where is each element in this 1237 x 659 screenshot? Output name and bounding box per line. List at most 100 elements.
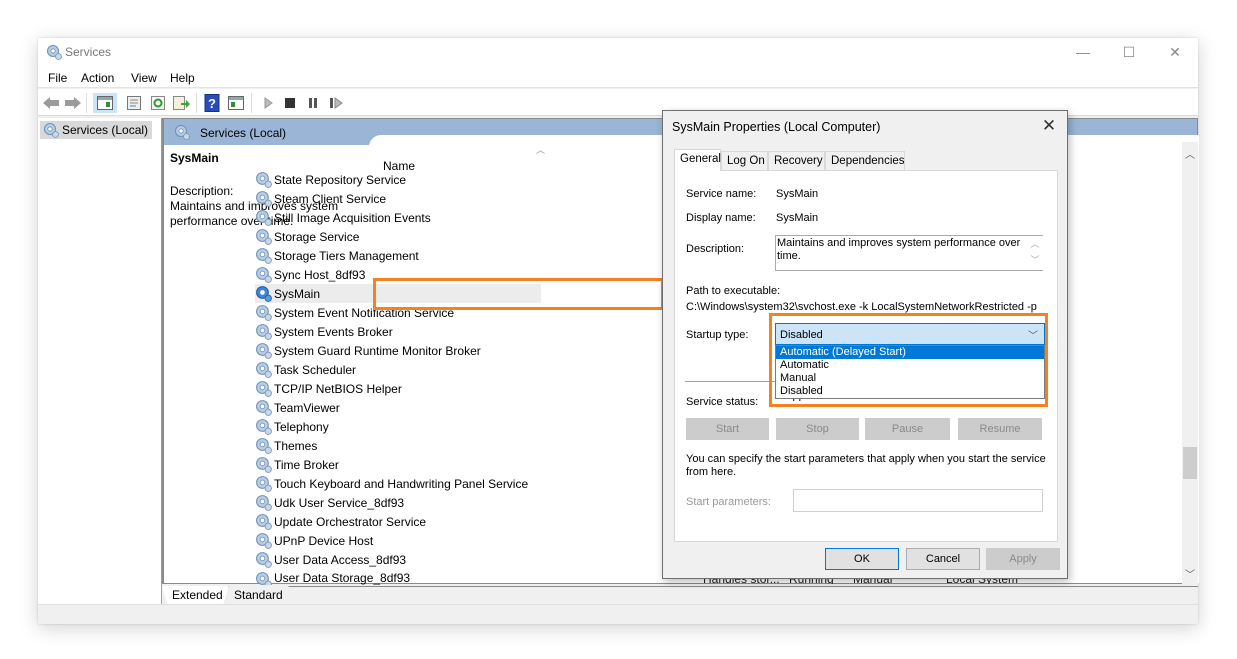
service-row[interactable]: TeamViewer [255,398,541,417]
service-row[interactable]: UPnP Device Host [255,531,541,550]
service-name: Task Scheduler [274,362,357,377]
service-row[interactable]: Update Orchestrator Service [255,512,541,531]
tab-log-on[interactable]: Log On [721,151,768,170]
service-row[interactable]: User Data Access_8df93 [255,550,541,569]
menu-file[interactable]: File [48,71,67,85]
service-name: Themes [274,438,318,453]
cancel-button[interactable]: Cancel [906,548,980,570]
service-row[interactable]: User Data Storage_8df93 [255,569,541,585]
service-name: Storage Service [274,229,360,244]
service-gear-icon [256,533,272,549]
service-row[interactable]: System Guard Runtime Monitor Broker [255,341,541,360]
menu-help[interactable]: Help [170,71,195,85]
maximize-button[interactable]: ☐ [1106,38,1152,66]
export-list-icon[interactable] [171,93,191,113]
service-row[interactable]: Storage Tiers Management [255,246,541,265]
service-name: Storage Tiers Management [274,248,419,263]
service-gear-icon [256,572,272,585]
description-label: Description: [686,243,745,255]
service-row[interactable]: Telephony [255,417,541,436]
back-arrow-icon[interactable] [41,93,61,113]
service-row[interactable]: Steam Client Service [255,189,541,208]
start-button[interactable]: Start [686,418,769,440]
pane-header-title: Services (Local) [200,126,287,140]
scroll-thumb[interactable] [1183,447,1197,479]
service-gear-icon [256,305,272,321]
tab-standard[interactable]: Standard [224,586,289,604]
scroll-down-icon[interactable]: ﹀ [1182,566,1198,582]
service-gear-icon [256,381,272,397]
tab-general[interactable]: General [674,149,721,171]
service-row[interactable]: Storage Service [255,227,541,246]
service-name: Udk User Service_8df93 [274,495,405,510]
service-gear-icon [256,248,272,264]
svg-text:?: ? [208,96,216,111]
vertical-scrollbar[interactable]: ︿ ﹀ [1182,142,1198,586]
tab-recovery[interactable]: Recovery [768,151,825,170]
description-textbox[interactable]: Maintains and improves system performanc… [775,235,1043,271]
service-name: Still Image Acquisition Events [274,210,431,225]
toolbar-separator [251,93,252,113]
menu-bar: File Action View Help [38,66,1198,88]
ok-button[interactable]: OK [825,548,899,570]
service-gear-icon [256,191,272,207]
services-app-icon [47,45,62,60]
service-name: TeamViewer [274,400,340,415]
service-row[interactable]: Touch Keyboard and Handwriting Panel Ser… [255,474,541,493]
start-params-input[interactable] [793,489,1043,512]
service-status-label: Service status: [686,396,759,408]
service-name: TCP/IP NetBIOS Helper [274,381,402,396]
service-gear-icon [256,476,272,492]
service-gear-icon [256,210,272,226]
minimize-button[interactable]: — [1060,38,1106,66]
properties-icon[interactable] [124,93,144,113]
service-row[interactable]: Still Image Acquisition Events [255,208,541,227]
window-title: Services [65,45,112,59]
close-button[interactable]: ✕ [1152,38,1198,66]
apply-button[interactable]: Apply [986,548,1060,570]
service-row[interactable]: TCP/IP NetBIOS Helper [255,379,541,398]
show-action-pane-icon[interactable] [226,93,246,113]
display-name-label: Display name: [686,212,756,224]
service-row[interactable]: Themes [255,436,541,455]
pause-service-icon[interactable] [303,93,323,113]
scroll-up-icon[interactable]: ︿ [1182,146,1198,162]
service-name-value: SysMain [776,188,819,200]
stop-button[interactable]: Stop [776,418,859,440]
service-name: State Repository Service [274,172,407,187]
service-row[interactable]: System Events Broker [255,322,541,341]
tree-node-services-local[interactable]: Services (Local) [40,121,153,139]
service-row[interactable]: Task Scheduler [255,360,541,379]
service-gear-icon [256,229,272,245]
service-name: SysMain [274,286,321,301]
help-icon[interactable]: ? [202,93,222,113]
tab-dependencies[interactable]: Dependencies [825,151,905,170]
description-scrollbar[interactable]: ︿ ﹀ [1027,236,1043,270]
description-value: Maintains and improves system performanc… [777,237,1021,262]
service-row[interactable]: Udk User Service_8df93 [255,493,541,512]
separator [685,381,775,382]
service-name: Update Orchestrator Service [274,514,427,529]
menu-view[interactable]: View [131,71,157,85]
forward-arrow-icon[interactable] [63,93,83,113]
dialog-close-button[interactable]: ✕ [1039,116,1059,136]
stop-service-icon[interactable] [280,93,300,113]
title-bar: Services — ☐ ✕ [38,38,1198,66]
service-gear-icon [256,514,272,530]
tab-extended[interactable]: Extended [162,586,229,604]
console-tree: Services (Local) [38,118,162,610]
service-row[interactable]: State Repository Service [255,170,541,189]
restart-service-icon[interactable] [326,93,346,113]
menu-action[interactable]: Action [81,71,114,85]
refresh-icon[interactable] [148,93,168,113]
path-value: C:\Windows\system32\svchost.exe -k Local… [686,301,1037,313]
service-gear-icon [256,495,272,511]
resume-button[interactable]: Resume [958,418,1042,440]
service-name: System Guard Runtime Monitor Broker [274,343,481,358]
service-name: User Data Access_8df93 [274,552,407,567]
service-gear-icon [256,343,272,359]
start-service-icon[interactable] [258,93,278,113]
service-row[interactable]: Time Broker [255,455,541,474]
show-hide-console-tree-icon[interactable] [93,93,117,113]
pause-button[interactable]: Pause [865,418,950,440]
